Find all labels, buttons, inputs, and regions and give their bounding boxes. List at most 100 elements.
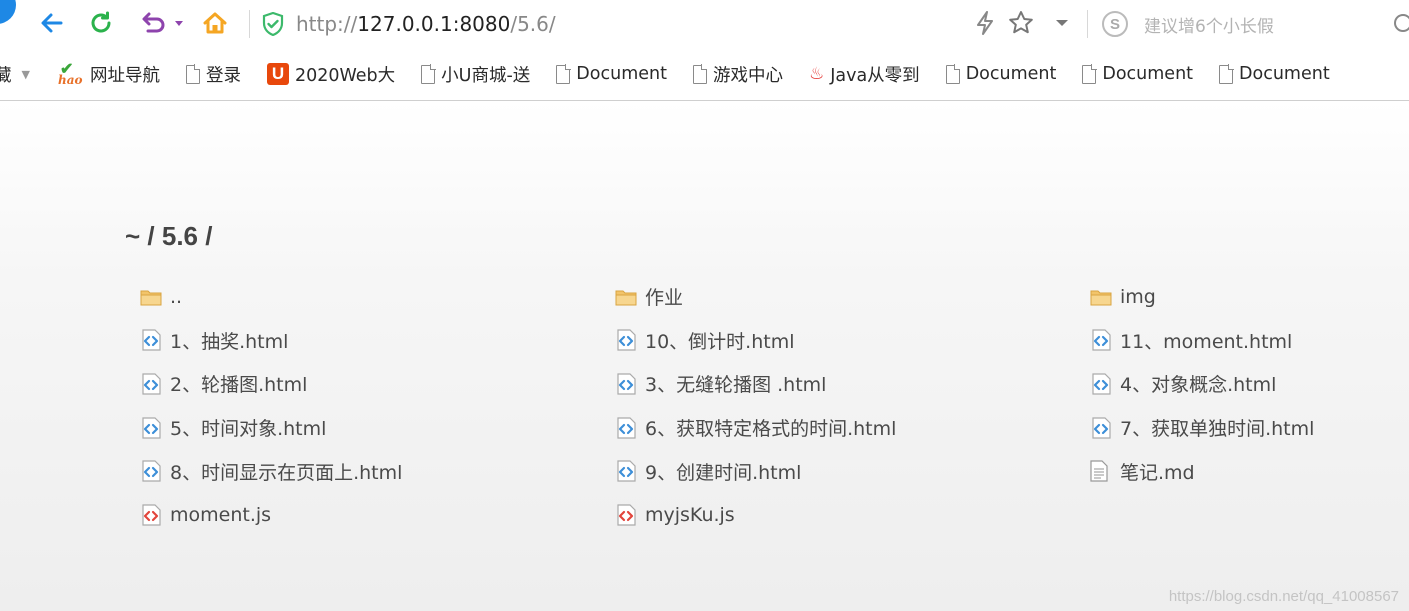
undo-icon (142, 12, 183, 33)
address-bar[interactable]: http://127.0.0.1:8080/5.6/ (262, 9, 962, 39)
url-scheme: http:// (296, 12, 358, 36)
url-text[interactable]: http://127.0.0.1:8080/5.6/ (296, 12, 556, 36)
file-name: 6、获取特定格式的时间.html (645, 418, 897, 441)
caret-down-icon (1056, 20, 1068, 26)
browser-toolbar: http://127.0.0.1:8080/5.6/ S 建议增6个小长假 (0, 0, 1409, 48)
file-name: 1、抽奖.html (170, 330, 289, 353)
folder-icon (140, 286, 162, 308)
file-name: 8、时间显示在页面上.html (170, 461, 403, 484)
page-icon (692, 64, 708, 84)
home-icon (203, 12, 227, 34)
bookmark-item[interactable]: Document (1082, 58, 1193, 90)
page-icon (1219, 64, 1234, 84)
bookmark-item[interactable]: 小U商城-送 (421, 58, 530, 90)
bookmark-label: Document (1239, 64, 1330, 84)
bookmark-label: 2020Web大 (294, 65, 396, 86)
folder-icon (1090, 286, 1112, 308)
file-link[interactable]: 9、创建时间.html (615, 449, 1090, 493)
address-dropdown-button[interactable] (1047, 8, 1077, 38)
file-link[interactable]: 1、抽奖.html (140, 319, 615, 363)
file-name: 7、获取单独时间.html (1120, 418, 1315, 441)
file-link[interactable]: 3、无缝轮播图 .html (615, 362, 1090, 406)
search-box[interactable]: S 建议增6个小长假 (1102, 9, 1409, 39)
folder-link[interactable]: 作业 (615, 275, 1090, 319)
file-name: 9、创建时间.html (645, 461, 802, 484)
bookmark-folder[interactable]: 藏▼ (0, 58, 30, 90)
file-link[interactable]: moment.js (140, 493, 615, 537)
file-name: 笔记.md (1120, 461, 1195, 484)
bookmark-item[interactable]: ✔ hao 网址导航 (58, 58, 160, 90)
page-icon (945, 64, 961, 84)
page-icon (556, 64, 571, 84)
file-link[interactable]: 笔记.md (1090, 449, 1400, 493)
bookmark-label: 登录 (205, 65, 241, 86)
file-link[interactable]: 10、倒计时.html (615, 319, 1090, 363)
file-link[interactable]: myjsKu.js (615, 493, 1090, 537)
secure-shield-icon (262, 12, 284, 36)
bookmark-label: 网址导航 (89, 65, 160, 86)
page-icon (421, 64, 436, 84)
directory-listing: ~ / 5.6 / .. 作业 img 1、抽奖.html 10、倒计时.html 11、… (0, 101, 1409, 611)
html-file-icon (1090, 416, 1112, 439)
file-list: .. 作业 img 1、抽奖.html 10、倒计时.html 11、moment.htm… (140, 275, 1400, 537)
url-path: /5.6/ (510, 12, 556, 36)
search-icon[interactable] (1394, 14, 1409, 32)
file-link[interactable]: 2、轮播图.html (140, 362, 615, 406)
u-logo-icon: U (266, 63, 289, 85)
file-link[interactable]: 6、获取特定格式的时间.html (615, 406, 1090, 450)
bookmark-label: 小U商城-送 (441, 65, 531, 86)
file-link[interactable]: 8、时间显示在页面上.html (140, 449, 615, 493)
bookmark-item[interactable]: Document (1219, 58, 1330, 90)
bookmark-item[interactable]: Document (945, 58, 1056, 90)
html-file-icon (615, 416, 637, 439)
js-file-icon (615, 504, 637, 526)
search-placeholder[interactable]: 建议增6个小长假 (1144, 12, 1274, 37)
bookmark-star-button[interactable] (1006, 8, 1036, 38)
page-icon (185, 64, 201, 84)
file-link[interactable]: 5、时间对象.html (140, 406, 615, 450)
file-name: myjsKu.js (645, 503, 735, 526)
bookmark-item[interactable]: 游戏中心 (692, 58, 783, 90)
file-name: 5、时间对象.html (170, 418, 327, 441)
home-button[interactable] (200, 8, 230, 38)
toolbar-divider (249, 10, 250, 38)
browser-logo-icon[interactable] (0, 0, 16, 24)
page-icon (1082, 64, 1097, 84)
folder-link[interactable]: .. (140, 275, 615, 319)
undo-close-button[interactable] (138, 8, 184, 38)
speed-mode-button[interactable] (970, 8, 1000, 38)
folder-icon (615, 286, 637, 308)
bookmark-item[interactable]: 登录 (185, 58, 241, 90)
bookmark-label: Java从零到 (830, 65, 920, 86)
html-file-icon (615, 329, 637, 351)
html-file-icon (615, 373, 637, 395)
js-file-icon (140, 504, 162, 526)
chevron-down-icon: ▼ (21, 67, 30, 81)
file-name: .. (170, 285, 183, 308)
refresh-button[interactable] (86, 8, 116, 38)
file-link[interactable]: 4、对象概念.html (1090, 362, 1400, 406)
fire-icon: ♨ (808, 64, 825, 84)
watermark: https://blog.csdn.net/qq_41008567 (1168, 588, 1399, 605)
bookmark-item[interactable]: ♨ Java从零到 (809, 58, 920, 90)
bookmark-label: Document (1102, 64, 1194, 84)
bookmark-label: Document (576, 64, 667, 84)
back-button[interactable] (37, 8, 67, 38)
lightning-icon (977, 11, 993, 35)
text-file-icon (1090, 460, 1112, 482)
html-file-icon (140, 329, 162, 351)
html-file-icon (1090, 329, 1112, 351)
file-link[interactable]: 11、moment.html (1090, 319, 1400, 363)
html-file-icon (140, 373, 162, 395)
bookmark-item[interactable]: U 2020Web大 (266, 58, 396, 90)
folder-link[interactable]: img (1090, 275, 1400, 319)
file-link[interactable]: 7、获取单独时间.html (1090, 406, 1400, 450)
page-title: ~ / 5.6 / (125, 221, 213, 251)
file-name: 11、moment.html (1120, 330, 1293, 353)
refresh-icon (91, 11, 111, 33)
hao-logo-icon: ✔ hao (57, 59, 83, 87)
bookmark-item[interactable]: Document (556, 58, 667, 90)
bookmark-label: 藏 (0, 62, 12, 87)
back-arrow-icon (41, 13, 63, 33)
file-name: 10、倒计时.html (645, 330, 795, 353)
